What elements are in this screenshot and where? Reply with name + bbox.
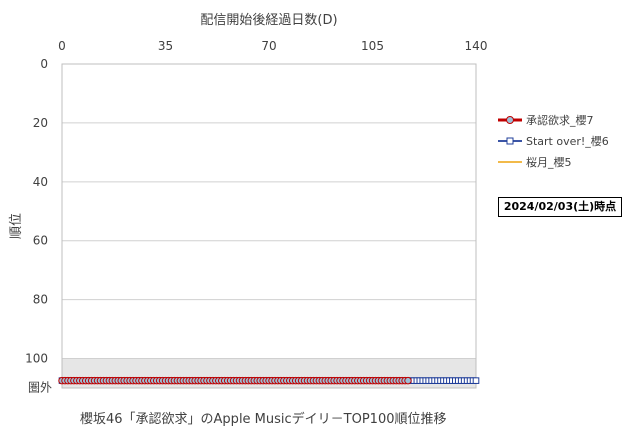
legend-marker: [506, 116, 514, 124]
legend-item: Start over!_櫻6: [498, 134, 609, 148]
y-tick-label: 20: [33, 116, 48, 130]
x-tick-labels: 0 35 70 105 140: [58, 39, 487, 53]
legend-item: 桜月_櫻5: [498, 155, 572, 169]
y-tick-label: 0: [40, 57, 48, 71]
series-lines: [58, 376, 480, 385]
chart-caption: 櫻坂46「承認欲求」のApple Musicデイリ－TOP100順位推移: [80, 412, 447, 427]
legend-label: Start over!_櫻6: [526, 134, 609, 148]
x-tick-label: 0: [58, 39, 66, 53]
data-point: [472, 377, 480, 384]
series-0: [58, 376, 412, 385]
y-tick-labels: 0 20 40 60 80 100: [25, 57, 48, 366]
chart: 0 35 70 105 140 0 20 40 60 80 100 圏外 配信開始後経過日数(D)…: [9, 13, 609, 395]
x-tick-label: 105: [361, 39, 384, 53]
plot-area: [62, 64, 476, 388]
y-axis-title: 順位: [9, 213, 24, 239]
x-tick-label: 70: [261, 39, 276, 53]
date-note: 2024/02/03(土)時点: [498, 197, 622, 217]
x-axis-title: 配信開始後経過日数(D): [200, 13, 337, 28]
legend-item: 承認欲求_櫻7: [498, 113, 594, 127]
y-tick-label: 100: [25, 352, 48, 366]
y-tick-label-outside: 圏外: [28, 381, 52, 395]
legend-label: 桜月_櫻5: [526, 155, 572, 169]
legend-label: 承認欲求_櫻7: [526, 113, 594, 127]
y-tick-label: 40: [33, 175, 48, 189]
legend-marker: [506, 137, 514, 145]
x-tick-label: 140: [465, 39, 488, 53]
y-tick-label: 60: [33, 234, 48, 248]
data-point: [404, 376, 412, 385]
x-tick-label: 35: [158, 39, 173, 53]
legend: 承認欲求_櫻7 Start over!_櫻6 桜月_櫻5: [498, 113, 609, 169]
y-tick-label: 80: [33, 293, 48, 307]
